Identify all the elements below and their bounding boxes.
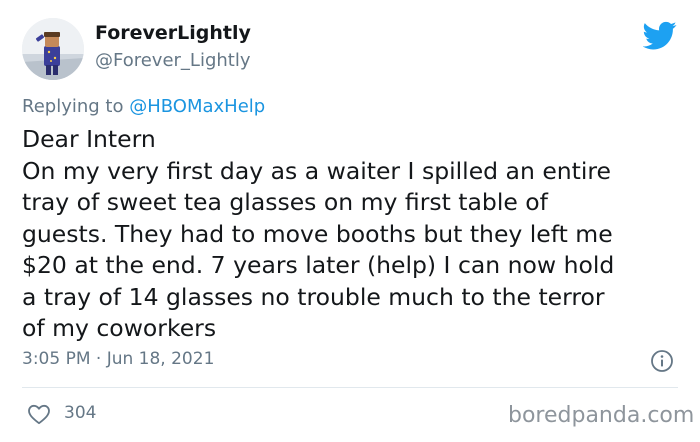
tweet-line: a tray of 14 glasses no trouble much to … <box>22 282 605 311</box>
watermark: boredpanda.com <box>508 403 695 428</box>
tweet-line: of my coworkers <box>22 314 217 342</box>
like-count: 304 <box>64 403 97 423</box>
avatar-image <box>22 18 84 80</box>
tweet-text: Dear Intern On my very first day as a wa… <box>22 124 682 345</box>
tweet-line: guests. They had to move booths but they… <box>22 219 613 248</box>
author-display-name[interactable]: ForeverLightly <box>95 22 251 44</box>
replying-to-mention-link[interactable]: @HBOMaxHelp <box>129 96 265 117</box>
tweet-line: Dear Intern <box>22 125 156 153</box>
replying-to: Replying to @HBOMaxHelp <box>22 96 265 117</box>
replying-to-label: Replying to <box>22 96 124 117</box>
tweet-line: $20 at the end. 7 years later (help) I c… <box>22 251 615 279</box>
tweet-timestamp[interactable]: 3:05 PM · Jun 18, 2021 <box>22 349 214 369</box>
tweet-line: On my very first day as a waiter I spill… <box>22 156 612 185</box>
divider <box>22 387 678 388</box>
avatar[interactable] <box>22 18 84 80</box>
heart-icon[interactable] <box>27 403 51 425</box>
tweet-line: tray of sweet tea glasses on my first ta… <box>22 188 548 216</box>
info-icon[interactable] <box>650 349 674 373</box>
twitter-bird-icon[interactable] <box>643 18 677 52</box>
author-handle[interactable]: @Forever_Lightly <box>95 50 251 71</box>
